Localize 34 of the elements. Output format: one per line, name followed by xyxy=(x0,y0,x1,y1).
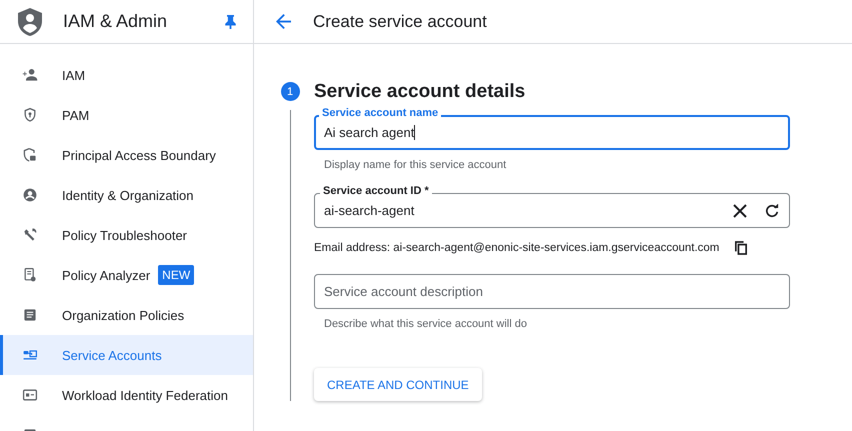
refresh-icon[interactable] xyxy=(765,204,779,218)
shield-person-icon xyxy=(18,8,42,36)
text-field[interactable]: Ai search agent xyxy=(314,115,790,150)
new-badge: NEW xyxy=(158,265,194,285)
sidebar-item[interactable]: Identity & Organization xyxy=(0,175,253,215)
sidebar-item[interactable]: Policy Analyzer NEW xyxy=(0,255,253,295)
sidebar-item[interactable]: Principal Access Boundary xyxy=(0,135,253,175)
field-hint: Describe what this service account will do xyxy=(323,318,528,330)
sidebar-item[interactable]: Workload Identity Federation xyxy=(0,375,253,415)
document-icon xyxy=(22,307,38,323)
person-add-icon xyxy=(22,67,38,83)
back-arrow-icon[interactable] xyxy=(276,14,291,29)
step-number: 1 xyxy=(280,82,300,101)
sidebar-item[interactable]: Organization Policies xyxy=(0,295,253,335)
sidebar-item[interactable]: IAM xyxy=(0,55,253,95)
sidebar-item[interactable]: PAM xyxy=(0,95,253,135)
step-title: Service account details xyxy=(314,81,526,104)
email-address: Email address: ai-search-agent@enonic-site-services.iam.gserviceaccount.com xyxy=(314,242,720,254)
id-card-icon xyxy=(22,387,38,403)
sidebar-item[interactable]: Policy Troubleshooter xyxy=(0,215,253,255)
page-title: Create service account xyxy=(313,12,487,32)
text-field[interactable]: ai-search-agent xyxy=(314,193,790,228)
field-hint: Display name for this service account xyxy=(323,159,508,171)
create-and-continue-button[interactable]: CREATE AND CONTINUE xyxy=(314,368,482,401)
sidebar-item[interactable]: Service Accounts xyxy=(0,335,253,375)
shield-keyhole-icon xyxy=(22,107,38,123)
clear-icon[interactable] xyxy=(733,204,747,218)
pin-icon[interactable] xyxy=(225,14,236,28)
shield-lock-icon xyxy=(22,147,38,163)
copy-icon[interactable] xyxy=(735,241,748,255)
product-title: IAM & Admin xyxy=(63,11,168,32)
field-label: Service account name xyxy=(319,107,442,120)
description-field[interactable]: Service account description xyxy=(314,274,790,309)
account-circle-icon xyxy=(22,187,38,203)
